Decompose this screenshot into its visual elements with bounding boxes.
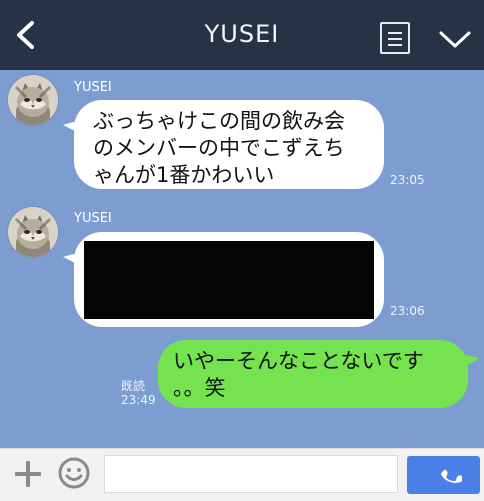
- chevron-down-icon[interactable]: [438, 28, 472, 50]
- sent-message-bubble[interactable]: いやーそんなことないです 。。笑: [158, 340, 468, 408]
- sender-name: YUSEI: [74, 80, 112, 95]
- message-composer: [0, 448, 484, 501]
- message-time: 23:05: [390, 173, 425, 187]
- message-area[interactable]: YUSEI ぶっちゃけこの間の飲み会 のメンバーの中でこずえち ゃんが1番かわい…: [0, 70, 484, 448]
- chat-title: YUSEI: [204, 20, 280, 48]
- smile-icon[interactable]: [57, 456, 91, 490]
- message-text: ぶっちゃけこの間の飲み会 のメンバーの中でこずえち ゃんが1番かわいい: [93, 109, 345, 187]
- message-text: いやーそんなことないです 。。笑: [173, 349, 424, 400]
- cat-avatar-icon: [8, 75, 58, 125]
- phone-icon: [440, 469, 463, 483]
- message-time: 23:06: [390, 304, 425, 318]
- message-time: 23:49: [121, 393, 156, 407]
- message-input[interactable]: [104, 455, 398, 493]
- note-list-icon[interactable]: [380, 22, 410, 54]
- read-status: 既読: [121, 379, 146, 393]
- sender-avatar[interactable]: [8, 75, 58, 125]
- sender-name: YUSEI: [74, 211, 112, 226]
- received-media-bubble[interactable]: [74, 232, 384, 327]
- received-message-bubble[interactable]: ぶっちゃけこの間の飲み会 のメンバーの中でこずえち ゃんが1番かわいい: [74, 100, 384, 189]
- call-button[interactable]: [407, 456, 480, 494]
- cat-avatar-icon: [8, 207, 58, 257]
- plus-icon[interactable]: [11, 457, 45, 491]
- chat-header: YUSEI: [0, 0, 484, 70]
- sender-avatar[interactable]: [8, 207, 58, 257]
- redacted-image: [84, 241, 374, 319]
